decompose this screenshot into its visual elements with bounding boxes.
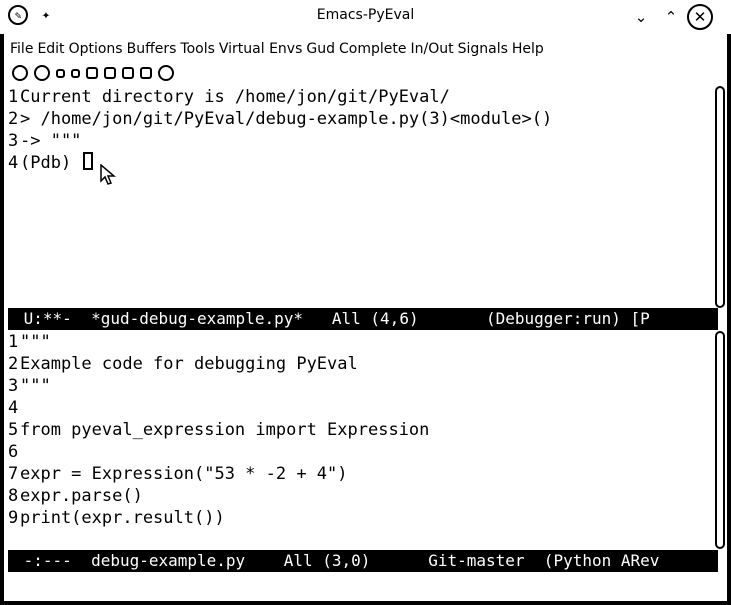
source-line: 9 print(expr.result()) (8, 507, 708, 529)
line-number: 2 (8, 354, 19, 374)
menu-options[interactable]: Options (69, 41, 123, 57)
print-icon[interactable] (140, 67, 152, 79)
stop-icon[interactable] (12, 65, 28, 81)
menu-file[interactable]: File (10, 41, 33, 57)
line-number: 3 (8, 376, 19, 396)
minimize-chevron-icon[interactable]: ⌄ (630, 4, 652, 30)
source-line: 7 expr = Expression("53 * -2 + 4") (8, 463, 708, 485)
source-line: 1 """ (8, 331, 708, 353)
mouse-pointer-icon (100, 164, 116, 185)
menu-in-out[interactable]: In/Out (410, 41, 453, 57)
debugger-line: 3 -> """ (8, 130, 708, 152)
minibuffer[interactable] (8, 574, 718, 596)
source-line: 2 Example code for debugging PyEval (8, 353, 708, 375)
line-text: > /home/jon/git/PyEval/debug-example.py(… (20, 109, 553, 129)
menu-signals[interactable]: Signals (458, 41, 508, 57)
source-line: 4 (8, 397, 708, 419)
step-icon[interactable] (71, 68, 80, 78)
line-number: 7 (8, 464, 19, 484)
line-number: 4 (8, 153, 19, 173)
window-title: Emacs-PyEval (316, 7, 415, 23)
line-text: """ (20, 332, 51, 352)
line-number: 5 (8, 420, 19, 440)
line-number: 1 (8, 87, 19, 107)
debugger-scrollbar[interactable] (715, 86, 725, 308)
line-number: 8 (8, 486, 19, 506)
line-text: print(expr.result()) (20, 508, 225, 528)
next-icon[interactable] (56, 68, 65, 78)
tool-bar (12, 62, 712, 84)
source-line: 3 """ (8, 375, 708, 397)
line-text: Current directory is /home/jon/git/PyEva… (20, 87, 450, 107)
title-bar: ✎ ✦ Emacs-PyEval ⌄ ⌃ ✕ (0, 0, 731, 34)
down-icon[interactable] (104, 67, 116, 79)
menu-bar: File Edit Options Buffers Tools Virtual … (10, 38, 718, 60)
line-text: expr = Expression("53 * -2 + 4") (20, 464, 348, 484)
debugger-pane[interactable]: 1 Current directory is /home/jon/git/PyE… (8, 86, 708, 308)
line-number: 6 (8, 442, 19, 462)
debugger-line: 2 > /home/jon/git/PyEval/debug-example.p… (8, 108, 708, 130)
finish-icon[interactable] (122, 67, 134, 79)
source-line: 5 from pyeval_expression import Expressi… (8, 419, 708, 441)
menu-edit[interactable]: Edit (37, 41, 64, 57)
menu-gud[interactable]: Gud (306, 41, 335, 57)
window-frame-left (0, 34, 4, 605)
text-cursor (83, 152, 94, 170)
menu-help[interactable]: Help (512, 41, 544, 57)
close-icon[interactable]: ✕ (687, 4, 713, 30)
line-text: expr.parse() (20, 486, 143, 506)
line-text: Example code for debugging PyEval (20, 354, 358, 374)
line-number: 1 (8, 332, 19, 352)
up-icon[interactable] (86, 67, 98, 79)
source-line: 6 (8, 441, 708, 463)
line-text: -> """ (20, 131, 82, 151)
source-scrollbar[interactable] (715, 331, 725, 549)
menu-virtual-envs[interactable]: Virtual Envs (219, 41, 303, 57)
maximize-chevron-icon[interactable]: ⌃ (660, 4, 682, 30)
watch-icon[interactable] (158, 65, 174, 81)
source-line: 8 expr.parse() (8, 485, 708, 507)
debugger-line: 1 Current directory is /home/jon/git/PyE… (8, 86, 708, 108)
modeline-source: -:--- debug-example.py All (3,0) Git-mas… (8, 550, 718, 572)
menu-tools[interactable]: Tools (180, 41, 215, 57)
line-number: 3 (8, 131, 19, 151)
go-icon[interactable] (34, 65, 50, 81)
pdb-prompt: (Pdb) (20, 153, 82, 173)
line-number: 4 (8, 398, 19, 418)
line-text: from pyeval_expression import Expression (20, 420, 430, 440)
line-text: """ (20, 376, 51, 396)
line-number: 2 (8, 109, 19, 129)
menu-complete[interactable]: Complete (339, 41, 406, 57)
window-frame-bottom (0, 601, 731, 605)
source-pane[interactable]: 1 """ 2 Example code for debugging PyEva… (8, 331, 708, 549)
line-number: 9 (8, 508, 19, 528)
modeline-debugger: U:**- *gud-debug-example.py* All (4,6) (… (8, 308, 718, 330)
window-frame-right (727, 34, 731, 605)
menu-buffers[interactable]: Buffers (127, 41, 177, 57)
